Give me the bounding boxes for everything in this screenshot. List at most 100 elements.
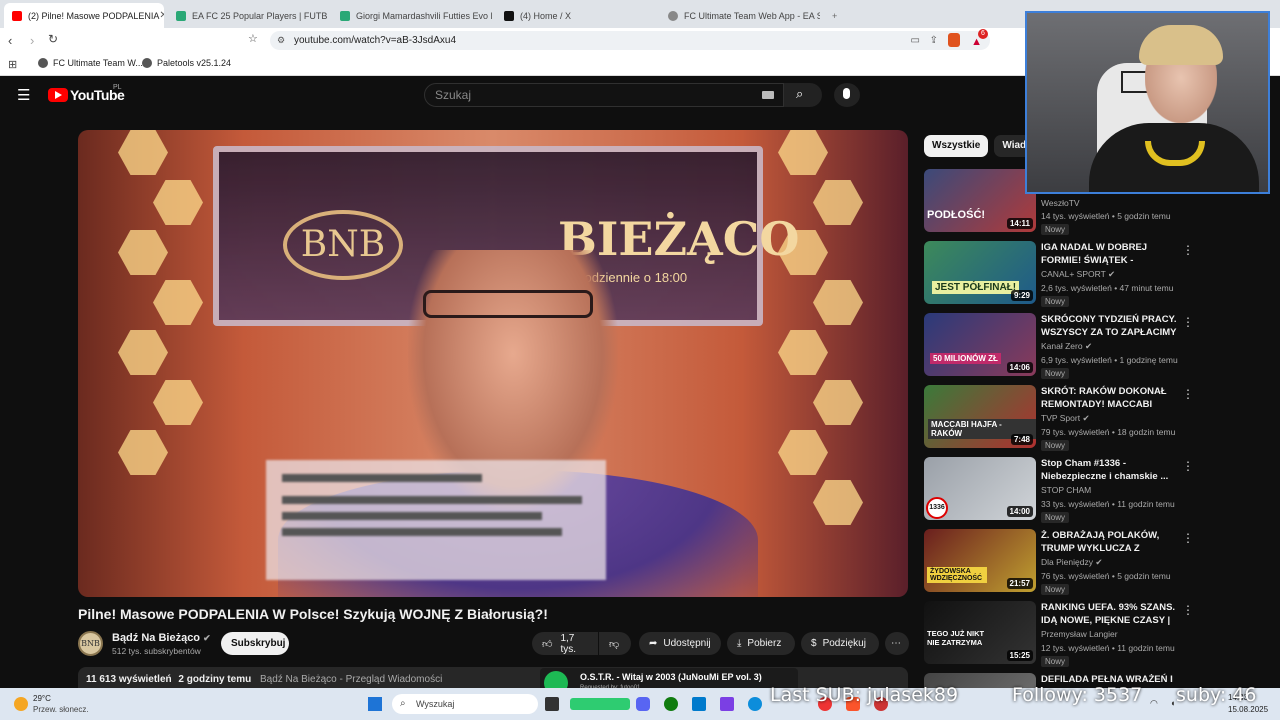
- volume-icon[interactable]: ◖: [1170, 698, 1175, 708]
- weather-desc[interactable]: Przew. słonecz.: [33, 705, 89, 714]
- video-title[interactable]: Stop Cham #1336 - Niebezpieczne i chamsk…: [1041, 457, 1177, 483]
- video-channel[interactable]: Kanał Zero ✔: [1041, 341, 1092, 352]
- tab-ea-web-app[interactable]: FC Ultimate Team Web App - EA SPORTS: [660, 3, 820, 28]
- vscode-icon[interactable]: [692, 697, 706, 711]
- keyboard-icon[interactable]: [762, 91, 774, 99]
- edge-icon[interactable]: [748, 697, 762, 711]
- new-badge: Nowy: [1041, 512, 1070, 523]
- taskbar-search-input[interactable]: ⌕ Wyszukaj: [392, 694, 538, 714]
- video-thumbnail[interactable]: MACCABI HAJFA - RAKÓW 7:48: [924, 385, 1036, 448]
- search-icon: ⌕: [796, 86, 804, 101]
- video-thumbnail[interactable]: JEST PÓŁFINAŁ! 9:29: [924, 241, 1036, 304]
- new-badge: Nowy: [1041, 440, 1070, 451]
- back-icon[interactable]: ‹: [8, 33, 12, 48]
- thumbnail-text: TEGO JUŻ NIKT NIE ZATRZYMA: [927, 629, 985, 647]
- new-badge: Nowy: [1041, 368, 1070, 379]
- download-button[interactable]: ⤓ Pobierz: [727, 632, 795, 655]
- video-channel[interactable]: TVP Sport ✔: [1041, 413, 1090, 424]
- new-badge: Nowy: [1041, 656, 1070, 667]
- video-thumbnail[interactable]: TEGO JUŻ NIKT NIE ZATRZYMA 15:25: [924, 601, 1036, 664]
- video-channel[interactable]: STOP CHAM: [1041, 485, 1091, 495]
- tab-futbin[interactable]: EA FC 25 Popular Players | FUTBIN: [168, 3, 328, 28]
- video-duration: 9:29: [1010, 290, 1033, 301]
- site-info-icon[interactable]: ⚙: [277, 31, 285, 50]
- channel-text: TVP Sport: [1041, 413, 1081, 423]
- new-tab-button[interactable]: +: [824, 3, 844, 28]
- video-meta: 14 tys. wyświetleń • 5 godzin temu: [1041, 211, 1171, 221]
- chip-all[interactable]: Wszystkie: [924, 135, 989, 157]
- thanks-button[interactable]: $ Podziękuj: [801, 632, 879, 655]
- video-title[interactable]: SKRÓT: RAKÓW DOKONAŁ REMONTADY! MACCABI …: [1041, 385, 1177, 411]
- subscribe-button[interactable]: Subskrybuj: [221, 632, 289, 655]
- recommended-video[interactable]: TEGO JUŻ NIKT NIE ZATRZYMA 15:25 RANKING…: [924, 601, 1194, 667]
- address-bar[interactable]: ⚙ youtube.com/watch?v=aB-3JsdAxu4 ▭ ⇪ ▲ …: [270, 29, 990, 50]
- weather-temp[interactable]: 29°C: [33, 694, 51, 703]
- discord-icon[interactable]: [636, 697, 650, 711]
- brave-shield-icon[interactable]: [948, 33, 960, 47]
- bookmark-label: FC Ultimate Team W...: [53, 58, 143, 68]
- thanks-icon: $: [811, 638, 817, 649]
- recommended-video[interactable]: MACCABI HAJFA - RAKÓW 7:48 SKRÓT: RAKÓW …: [924, 385, 1194, 451]
- video-thumbnail[interactable]: PODŁOŚĆ! 14:11: [924, 169, 1036, 232]
- bookmark-fut-web-app[interactable]: FC Ultimate Team W...: [38, 58, 143, 68]
- close-tab-icon[interactable]: ✕: [159, 10, 164, 21]
- tab-label: FC Ultimate Team Web App - EA SPORTS: [684, 10, 820, 21]
- thumbnail-text: 50 MILIONÓW ZŁ: [930, 353, 1001, 364]
- video-title[interactable]: SKRÓCONY TYDZIEŃ PRACY. WSZYSCY ZA TO ZA…: [1041, 313, 1177, 339]
- channel-avatar[interactable]: BNB: [78, 631, 103, 656]
- video-thumbnail[interactable]: ŻYDOWSKA WDZIĘCZNOŚĆ 21:57: [924, 529, 1036, 592]
- description-link[interactable]: Bądź Na Bieżąco - Przegląd Wiadomości: [260, 674, 442, 685]
- video-thumbnail[interactable]: 50 MILIONÓW ZŁ 14:06: [924, 313, 1036, 376]
- more-vertical-icon[interactable]: ⋮: [1182, 531, 1194, 545]
- region-code: PL: [113, 84, 122, 91]
- media-widget-icon[interactable]: [570, 698, 630, 710]
- cast-icon[interactable]: ▭: [911, 31, 920, 50]
- dislike-button[interactable]: 👎︎: [599, 632, 631, 655]
- like-button[interactable]: 👍︎ 1,7 tys.: [532, 632, 598, 655]
- more-vertical-icon[interactable]: ⋮: [1182, 243, 1194, 257]
- share-button[interactable]: ➦ Udostępnij: [639, 632, 721, 655]
- menu-hamburger-icon[interactable]: ☰: [17, 86, 30, 104]
- wifi-icon[interactable]: ◠: [1150, 698, 1158, 709]
- youtube-logo-icon[interactable]: [48, 88, 68, 102]
- video-title[interactable]: Ż. OBRAŻAJĄ POLAKÓW, TRUMP WYKLUCZA Z RO…: [1041, 529, 1177, 555]
- search-button[interactable]: ⌕: [784, 83, 822, 107]
- subs-overlay: suby: 46: [1176, 684, 1257, 706]
- tab-x[interactable]: (4) Home / X: [496, 3, 656, 28]
- video-title[interactable]: RANKING UEFA. 93% SZANS. IDĄ NOWE, PIĘKN…: [1041, 601, 1177, 627]
- video-duration: 21:57: [1006, 578, 1033, 589]
- recommended-video[interactable]: 50 MILIONÓW ZŁ 14:06 SKRÓCONY TYDZIEŃ PR…: [924, 313, 1194, 379]
- bookmark-star-icon[interactable]: ☆: [248, 32, 258, 45]
- task-view-icon[interactable]: [545, 697, 559, 711]
- recommended-video[interactable]: ŻYDOWSKA WDZIĘCZNOŚĆ 21:57 Ż. OBRAŻAJĄ P…: [924, 529, 1194, 595]
- tab-futbin-evo[interactable]: Giorgi Mamardashvili Futties Evo EA: [332, 3, 492, 28]
- recommended-video[interactable]: JEST PÓŁFINAŁ! 9:29 IGA NADAL W DOBREJ F…: [924, 241, 1194, 307]
- video-channel[interactable]: CANAL+ SPORT ✔: [1041, 269, 1115, 280]
- share-icon[interactable]: ⇪: [930, 31, 938, 50]
- more-vertical-icon[interactable]: ⋮: [1182, 603, 1194, 617]
- video-channel[interactable]: Przemysław Langier: [1041, 629, 1118, 639]
- bookmark-paletools[interactable]: Paletools v25.1.24: [142, 58, 231, 68]
- windows-start-icon[interactable]: [368, 697, 382, 711]
- recommended-video[interactable]: 1336 14:00 Stop Cham #1336 - Niebezpiecz…: [924, 457, 1194, 523]
- more-vertical-icon[interactable]: ⋮: [1182, 459, 1194, 473]
- clock-date[interactable]: 15.08.2025: [1228, 705, 1268, 714]
- more-actions-button[interactable]: ⋯: [885, 632, 909, 655]
- search-input[interactable]: Szukaj: [424, 83, 784, 107]
- tab-youtube[interactable]: (2) Pilne! Masowe PODPALENIA ✕: [4, 3, 164, 28]
- video-thumbnail[interactable]: 1336 14:00: [924, 457, 1036, 520]
- voice-search-button[interactable]: [834, 83, 860, 107]
- forward-icon[interactable]: ›: [30, 33, 34, 48]
- apps-grid-icon[interactable]: ⊞: [8, 58, 17, 71]
- more-vertical-icon[interactable]: ⋮: [1182, 387, 1194, 401]
- search-icon: ⌕: [400, 698, 406, 709]
- video-channel[interactable]: WeszłoTV: [1041, 198, 1080, 208]
- video-title[interactable]: IGA NADAL W DOBREJ FORMIE! ŚWIĄTEK - KAL…: [1041, 241, 1177, 267]
- more-vertical-icon[interactable]: ⋮: [1182, 315, 1194, 329]
- video-channel[interactable]: Dla Pieniędzy ✔: [1041, 557, 1102, 568]
- app-icon[interactable]: [720, 697, 734, 711]
- video-player[interactable]: BNB BIEŻĄCO codziennie o 18:00: [78, 130, 908, 597]
- xbox-icon[interactable]: [664, 697, 678, 711]
- reload-icon[interactable]: ↻: [48, 32, 58, 46]
- channel-name[interactable]: Bądź Na Bieżąco ✔: [112, 632, 211, 644]
